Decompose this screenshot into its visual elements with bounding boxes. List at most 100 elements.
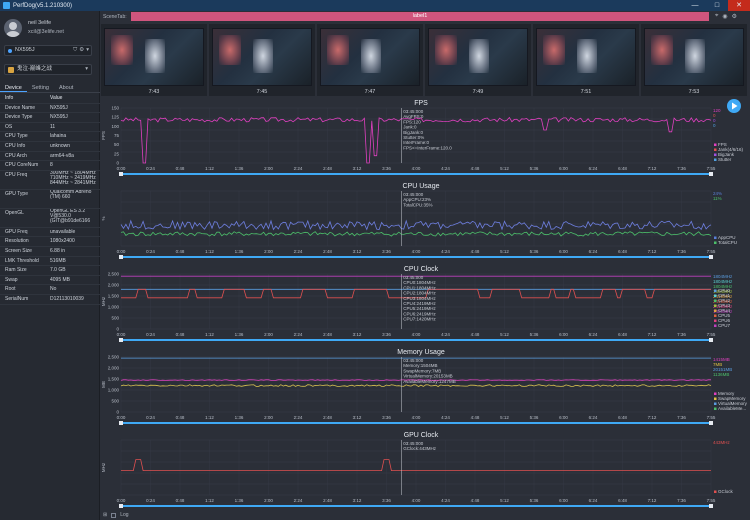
info-value: NX595J bbox=[50, 104, 68, 111]
column-header-value: Value bbox=[50, 95, 63, 101]
info-key: CPU Freq bbox=[5, 171, 28, 178]
info-key: Device Type bbox=[5, 114, 33, 121]
screenshot-thumbnail[interactable]: 7:49 bbox=[425, 24, 531, 96]
time-tick-label: 4:24 bbox=[441, 166, 450, 171]
time-tick-label: 6:00 bbox=[559, 415, 568, 420]
legend-label: TotalCPU bbox=[718, 240, 737, 245]
time-tick-label: 4:24 bbox=[441, 498, 450, 503]
legend-swatch bbox=[714, 143, 717, 146]
info-value: D12113010039 bbox=[50, 295, 84, 302]
chart-title: FPS bbox=[414, 100, 428, 107]
gear-icon[interactable]: ⚙ bbox=[79, 46, 84, 55]
chevron-down-icon[interactable]: ▾ bbox=[86, 46, 89, 55]
time-tick-label: 1:36 bbox=[235, 332, 244, 337]
time-tick-label: 5:36 bbox=[530, 249, 539, 254]
window-titlebar: PerfDog(v5.1.210300) — □ ✕ bbox=[0, 0, 750, 11]
location-icon[interactable]: ⌖ bbox=[715, 13, 718, 20]
log-label: Log bbox=[120, 512, 129, 518]
expand-icon[interactable]: ⊞ bbox=[103, 512, 107, 518]
game-screenshot bbox=[536, 28, 636, 86]
screenshot-thumbnail[interactable]: 7:53 bbox=[641, 24, 747, 96]
time-tick-label: 0:00 bbox=[117, 166, 126, 171]
time-tick-label: 7:12 bbox=[648, 332, 657, 337]
legend-swatch bbox=[714, 309, 717, 312]
time-tick-label: 0:48 bbox=[176, 498, 185, 503]
screenshot-thumbnail[interactable]: 7:45 bbox=[209, 24, 315, 96]
time-tick-label: 3:36 bbox=[382, 415, 391, 420]
thumbnail-time: 7:53 bbox=[688, 89, 700, 95]
tooltip-text: CPU7:1420MHz bbox=[403, 317, 436, 322]
legend-swatch bbox=[714, 319, 717, 322]
tooltip-text: GClock:443MHz bbox=[403, 446, 437, 451]
time-tick-label: 6:48 bbox=[618, 332, 627, 337]
device-select[interactable]: NX595J ⛉ ⚙ ▾ bbox=[4, 45, 92, 56]
chart-title: CPU Usage bbox=[403, 183, 440, 190]
info-value: Qualcomm Adreno (TM) 660 bbox=[50, 189, 92, 200]
y-tick-label: 1,000 bbox=[108, 388, 120, 393]
minimize-button[interactable]: — bbox=[684, 0, 706, 11]
timeline-handle-left bbox=[119, 338, 123, 342]
info-value: No bbox=[50, 286, 57, 293]
time-tick-label: 5:36 bbox=[530, 166, 539, 171]
y-tick-label: 500 bbox=[111, 399, 119, 404]
log-checkbox[interactable] bbox=[111, 512, 117, 518]
thumbnail-time: 7:45 bbox=[256, 89, 268, 95]
shield-icon[interactable]: ⛉ bbox=[73, 46, 77, 55]
device-select-value: NX595J bbox=[15, 47, 35, 53]
time-tick-label: 4:48 bbox=[471, 332, 480, 337]
time-tick-label: 6:24 bbox=[589, 332, 598, 337]
time-tick-label: 3:36 bbox=[382, 332, 391, 337]
screenshot-thumbnail[interactable]: 7:47 bbox=[317, 24, 423, 96]
settings-icon[interactable]: ⚙ bbox=[732, 13, 737, 20]
time-tick-label: 5:12 bbox=[500, 498, 509, 503]
chart-title: GPU Clock bbox=[404, 432, 439, 439]
game-screenshot bbox=[644, 28, 744, 86]
time-tick-label: 6:00 bbox=[559, 166, 568, 171]
camera-icon[interactable]: ◉ bbox=[722, 13, 727, 20]
time-tick-label: 4:48 bbox=[471, 498, 480, 503]
info-key: Root bbox=[5, 286, 16, 293]
time-tick-label: 7:55 bbox=[707, 415, 716, 420]
app-icon bbox=[8, 66, 14, 73]
time-tick-label: 0:24 bbox=[146, 166, 155, 171]
time-tick-label: 7:12 bbox=[648, 415, 657, 420]
time-tick-label: 0:24 bbox=[146, 498, 155, 503]
tab-setting[interactable]: Setting bbox=[27, 83, 54, 92]
app-select[interactable]: 鬼泣-巅峰之战 ▾ bbox=[4, 64, 92, 75]
user-card[interactable]: neil 3elife xcil@3elife.net bbox=[0, 11, 99, 44]
time-tick-label: 3:12 bbox=[353, 498, 362, 503]
maximize-button[interactable]: □ bbox=[706, 0, 728, 11]
chevron-down-icon[interactable]: ▾ bbox=[85, 65, 88, 74]
screenshot-thumbnail[interactable]: 7:51 bbox=[533, 24, 639, 96]
time-tick-label: 3:36 bbox=[382, 249, 391, 254]
close-button[interactable]: ✕ bbox=[728, 0, 750, 11]
time-tick-label: 0:00 bbox=[117, 332, 126, 337]
y-tick-label: 0 bbox=[116, 410, 119, 415]
left-tabs: Device Setting About bbox=[0, 83, 100, 93]
timeline-handle-right bbox=[709, 504, 713, 508]
performance-charts: FPS 0:00 0:24 0:48 1:12 1:36 2:00 2:24 2:48 3:12 3… bbox=[101, 99, 748, 508]
scene-tab-label1[interactable]: label1 bbox=[131, 12, 709, 21]
bottom-bar: ⊞ Log bbox=[101, 510, 750, 520]
time-tick-label: 7:55 bbox=[707, 332, 716, 337]
info-value: 300MHz ~ 1804MHz 710MHz ~ 2419MHz 844MHz… bbox=[50, 170, 96, 187]
time-tick-label: 0:48 bbox=[176, 249, 185, 254]
screenshot-thumbnail[interactable]: 7:43 bbox=[101, 24, 207, 96]
time-tick-label: 1:12 bbox=[205, 249, 214, 254]
time-tick-label: 4:48 bbox=[471, 249, 480, 254]
tab-device[interactable]: Device bbox=[0, 83, 27, 92]
y-axis-label: MHz bbox=[101, 462, 106, 472]
time-tick-label: 3:36 bbox=[382, 166, 391, 171]
user-email: xcil@3elife.net bbox=[28, 28, 64, 35]
time-tick-label: 7:55 bbox=[707, 166, 716, 171]
time-tick-label: 6:48 bbox=[618, 498, 627, 503]
info-row: GPU Freq unavailable bbox=[0, 228, 100, 238]
time-tick-label: 7:12 bbox=[648, 166, 657, 171]
info-row: Root No bbox=[0, 285, 100, 295]
time-tick-label: 7:36 bbox=[677, 498, 686, 503]
tab-about[interactable]: About bbox=[54, 83, 78, 92]
time-tick-label: 4:48 bbox=[471, 166, 480, 171]
info-row: CPU Info unknown bbox=[0, 142, 100, 152]
avatar[interactable] bbox=[4, 18, 22, 37]
time-tick-label: 6:24 bbox=[589, 166, 598, 171]
